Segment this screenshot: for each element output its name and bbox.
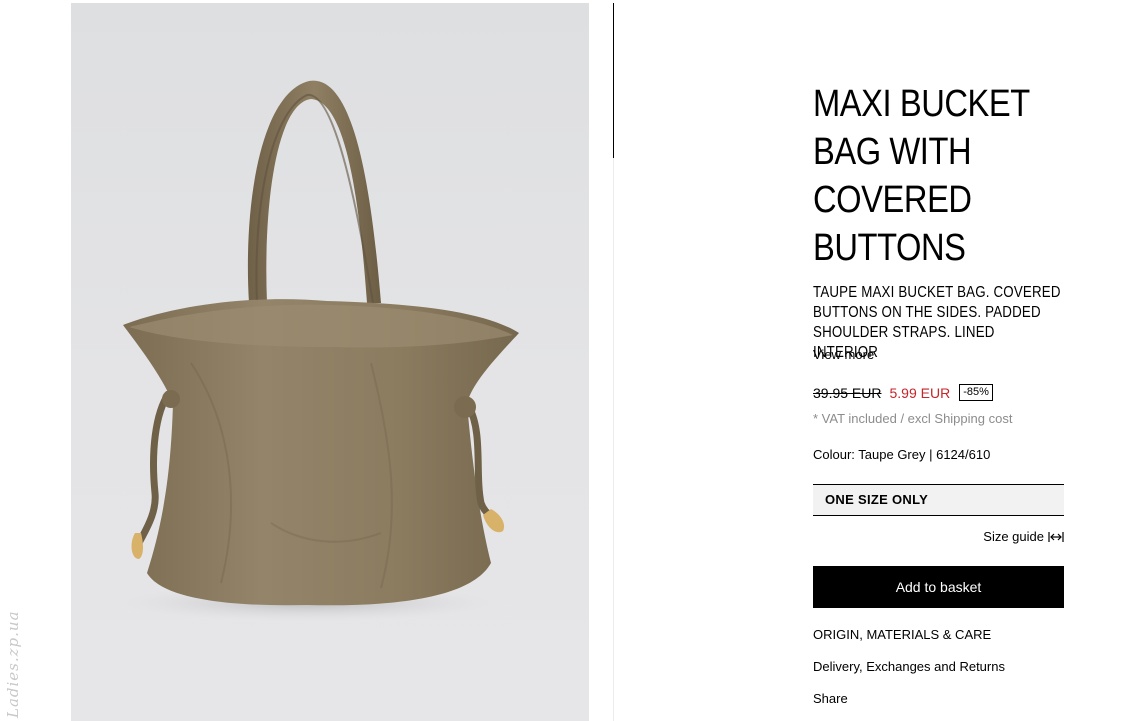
price-row: 39.95 EUR 5.99 EUR -85% xyxy=(813,384,993,401)
vat-note: * VAT included / excl Shipping cost xyxy=(813,411,1013,426)
sale-price: 5.99 EUR xyxy=(889,384,951,401)
origin-materials-link[interactable]: ORIGIN, MATERIALS & CARE xyxy=(813,627,991,642)
column-divider-light xyxy=(613,158,614,721)
product-info: MAXI BUCKET BAG WITH COVERED BUTTONS TAU… xyxy=(813,80,1064,706)
size-guide-link[interactable]: Size guide xyxy=(983,529,1064,544)
product-page: Ladies.zp.ua MAXI BUCKET BAG WITH COVERE… xyxy=(0,0,1129,721)
product-title: MAXI BUCKET BAG WITH COVERED BUTTONS xyxy=(813,83,1030,269)
colour-info: Colour: Taupe Grey | 6124/610 xyxy=(813,447,991,462)
view-more-link[interactable]: View more xyxy=(813,347,874,362)
horizontal-arrows-icon xyxy=(1048,531,1064,543)
add-to-basket-button[interactable]: Add to basket xyxy=(813,566,1064,608)
column-divider xyxy=(613,3,614,158)
size-guide-label: Size guide xyxy=(983,529,1044,544)
size-selector[interactable]: ONE SIZE ONLY xyxy=(813,484,1064,516)
product-image[interactable] xyxy=(71,3,589,721)
bag-illustration xyxy=(117,80,519,621)
share-link[interactable]: Share xyxy=(813,691,848,706)
old-price: 39.95 EUR xyxy=(813,384,882,401)
discount-badge: -85% xyxy=(959,384,993,401)
watermark: Ladies.zp.ua xyxy=(4,610,22,718)
delivery-returns-link[interactable]: Delivery, Exchanges and Returns xyxy=(813,659,1005,674)
